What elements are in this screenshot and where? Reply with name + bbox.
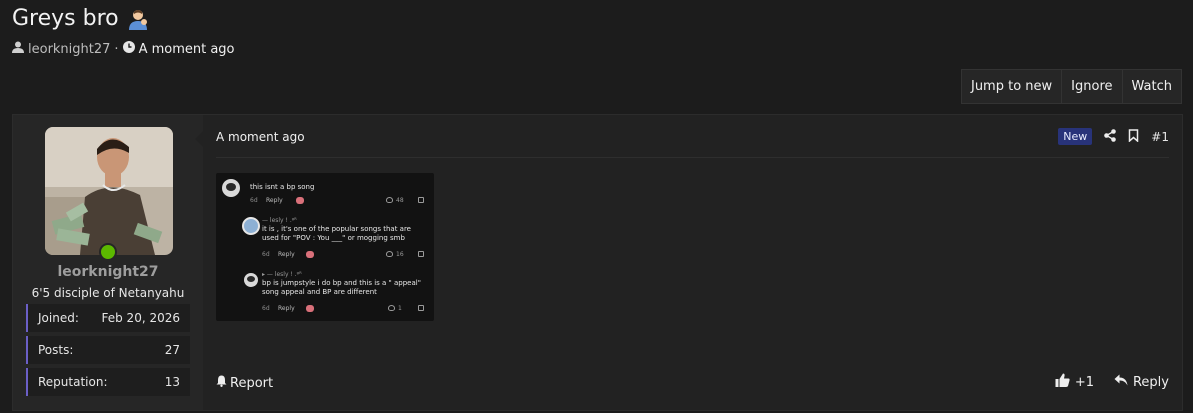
heart-icon xyxy=(386,251,393,257)
post-body: A moment ago New #1 this isnt a bp song … xyxy=(195,115,1182,410)
comment-text: it is , it's one of the popular songs th… xyxy=(262,225,411,242)
stat-value: Feb 20, 2026 xyxy=(101,311,181,325)
bookmark-icon[interactable] xyxy=(1128,127,1139,146)
thread-title-text: Greys bro xyxy=(12,6,119,31)
dislike-icon xyxy=(418,197,424,203)
post-header-actions: New #1 xyxy=(1058,127,1169,146)
stat-value: 13 xyxy=(164,375,180,389)
embedded-comment: — lesly ! .ᵍᴿ it is , it's one of the po… xyxy=(216,213,434,267)
post-username[interactable]: leorknight27 xyxy=(13,264,203,280)
heart-icon xyxy=(386,197,393,203)
watch-button[interactable]: Watch xyxy=(1121,69,1182,104)
comment-reply: Reply xyxy=(266,197,283,204)
embedded-comment: this isnt a bp song 6d Reply 48 xyxy=(216,173,434,213)
commenter-name: — lesly ! .ᵍᴿ xyxy=(262,217,297,224)
embedded-comment: ▸ — lesly ! .ᵍᴿ bp is jumpstyle i do bp … xyxy=(216,267,434,321)
post-user-column: leorknight27 6'5 disciple of Netanyahu J… xyxy=(13,115,203,410)
comment-age: 6d xyxy=(262,305,270,312)
thread-title: Greys bro xyxy=(12,6,149,31)
report-label: Report xyxy=(230,375,274,391)
reaction-emoji-icon xyxy=(306,251,314,258)
comment-like-count: 1 xyxy=(398,305,402,312)
heart-icon xyxy=(388,305,395,311)
commenter-name: ▸ — lesly ! .ᵍᴿ xyxy=(262,271,302,278)
person-emoji-icon xyxy=(127,8,149,30)
jump-to-new-button[interactable]: Jump to new xyxy=(960,69,1063,104)
avatar[interactable] xyxy=(45,127,173,255)
reaction-count: +1 xyxy=(1074,374,1094,390)
user-title: 6'5 disciple of Netanyahu xyxy=(31,286,185,300)
reaction-emoji-icon xyxy=(296,197,304,204)
post-time-link[interactable]: A moment ago xyxy=(216,130,305,144)
comment-age: 6d xyxy=(262,251,270,258)
stat-value: 27 xyxy=(164,343,180,357)
comment-like-count: 16 xyxy=(396,251,404,258)
embedded-screenshot[interactable]: this isnt a bp song 6d Reply 48 — lesly … xyxy=(216,173,434,321)
share-icon[interactable] xyxy=(1104,127,1117,146)
comment-text: bp is jumpstyle i do bp and this is a " … xyxy=(262,279,421,296)
thread-actions: Jump to new Ignore Watch xyxy=(960,69,1182,104)
thumbs-up-icon xyxy=(1055,373,1070,391)
commenter-avatar xyxy=(242,217,260,235)
comment-reply: Reply xyxy=(278,251,295,258)
stat-joined: Joined: Feb 20, 2026 xyxy=(26,304,190,332)
thread-meta: leorknight27 · A moment ago xyxy=(12,41,235,57)
report-link[interactable]: Report xyxy=(216,375,273,391)
commenter-avatar-detail xyxy=(247,276,255,282)
stat-posts: Posts: 27 xyxy=(26,336,190,364)
post-number-link[interactable]: #1 xyxy=(1151,130,1169,144)
comment-reply: Reply xyxy=(278,305,295,312)
post: leorknight27 6'5 disciple of Netanyahu J… xyxy=(12,114,1183,411)
new-badge: New xyxy=(1058,128,1093,145)
comment-like-count: 48 xyxy=(396,197,404,204)
meta-separator: · xyxy=(114,41,119,57)
reply-label: Reply xyxy=(1132,374,1169,390)
stat-label: Posts: xyxy=(38,343,74,357)
post-divider xyxy=(216,157,1169,158)
reply-button[interactable]: Reply xyxy=(1114,374,1169,390)
clock-icon xyxy=(122,41,135,57)
like-button[interactable]: +1 xyxy=(1055,373,1094,391)
reply-icon xyxy=(1114,374,1128,390)
comment-age: 6d xyxy=(250,197,258,204)
user-icon xyxy=(12,41,24,57)
ignore-button[interactable]: Ignore xyxy=(1061,69,1123,104)
online-status-indicator xyxy=(99,243,117,261)
dislike-icon xyxy=(418,251,424,257)
thread-time-link[interactable]: A moment ago xyxy=(139,42,235,57)
commenter-avatar-detail xyxy=(226,183,236,191)
post-footer-actions: +1 Reply xyxy=(1055,373,1169,391)
comment-text: this isnt a bp song xyxy=(250,183,315,191)
reaction-emoji-icon xyxy=(306,305,314,312)
stat-label: Reputation: xyxy=(38,375,108,389)
thread-author-link[interactable]: leorknight27 xyxy=(28,42,110,57)
stat-label: Joined: xyxy=(38,311,79,325)
stat-reputation: Reputation: 13 xyxy=(26,368,190,396)
bell-icon xyxy=(216,375,227,391)
post-arrow xyxy=(195,131,203,147)
dislike-icon xyxy=(418,305,424,311)
